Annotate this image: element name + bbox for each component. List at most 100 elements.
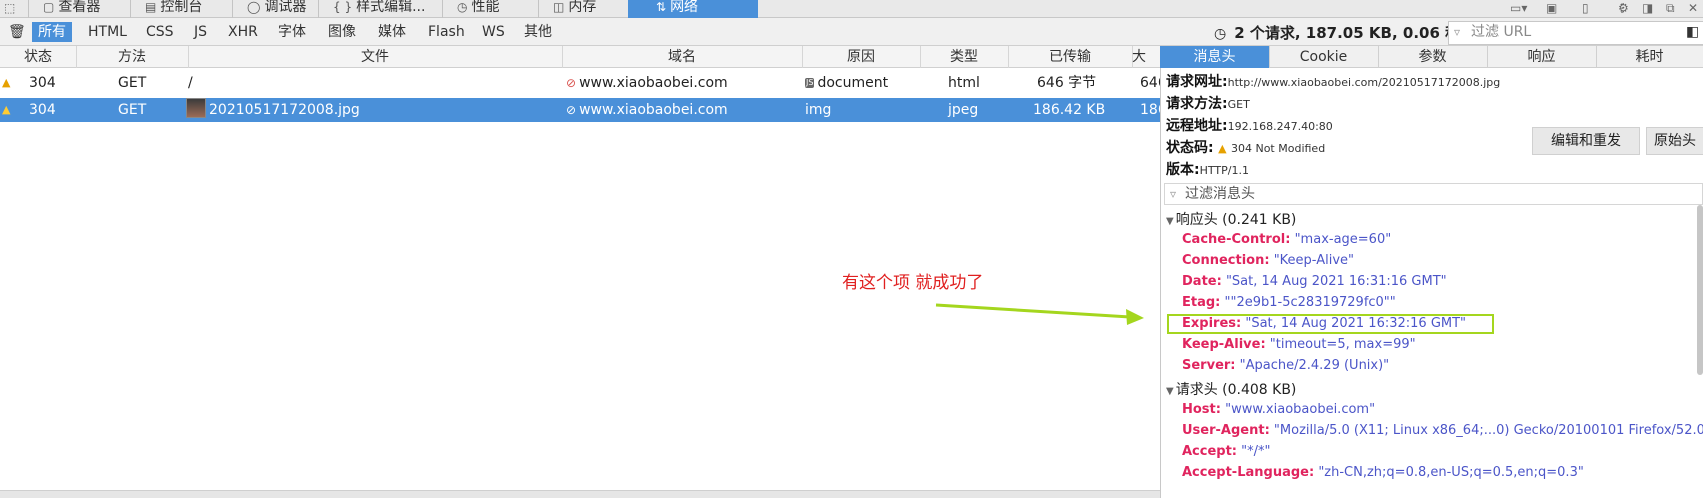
filter-html[interactable]: HTML (82, 22, 133, 42)
filter-js[interactable]: JS (188, 22, 213, 42)
filter-css[interactable]: CSS (140, 22, 180, 42)
tab-cookies[interactable]: Cookie (1269, 46, 1379, 68)
performance-analysis-icon[interactable]: ◷ (1214, 26, 1226, 42)
tab-performance[interactable]: ◷ 性能 (442, 0, 499, 18)
col-transferred[interactable]: 已传输 (1008, 46, 1133, 68)
header-row: Host: "www.xiaobaobei.com" (1182, 402, 1375, 417)
version-value: HTTP/1.1 (1199, 164, 1249, 177)
undock-icon[interactable]: ⧉ (1666, 1, 1675, 16)
remote-address-label: 远程地址: (1166, 118, 1228, 134)
filter-flash[interactable]: Flash (422, 22, 471, 42)
col-domain[interactable]: 域名 (562, 46, 803, 68)
cause-text: document (817, 75, 889, 91)
request-method-label: 请求方法: (1166, 96, 1228, 112)
col-type[interactable]: 类型 (920, 46, 1009, 68)
filter-fonts[interactable]: 字体 (272, 22, 312, 42)
header-value: "*/*" (1241, 444, 1271, 459)
chevron-down-icon: ▼ (1166, 216, 1174, 227)
response-headers-section[interactable]: ▼ 响应头 (0.241 KB) (1166, 209, 1296, 229)
filter-url-input[interactable]: ▿ 过滤 URL (1448, 21, 1703, 45)
col-size[interactable]: 大 (1132, 46, 1160, 68)
cell-type: html (948, 75, 980, 91)
status-code-value: 304 Not Modified (1230, 142, 1326, 155)
filter-ws[interactable]: WS (476, 22, 511, 42)
request-headers-section[interactable]: ▼ 请求头 (0.408 KB) (1166, 379, 1296, 399)
header-row: Keep-Alive: "timeout=5, max=99" (1182, 337, 1416, 352)
tab-timings[interactable]: 耗时 (1596, 46, 1703, 68)
request-url-label: 请求网址: (1166, 74, 1228, 90)
request-table-header: 状态 方法 文件 域名 原因 类型 已传输 大 (0, 46, 1160, 68)
insecure-connection-icon: ⊘ (566, 76, 577, 90)
memory-icon: ◫ (553, 0, 565, 14)
tab-console[interactable]: ▤ 控制台 (130, 0, 202, 18)
header-value: "Keep-Alive" (1273, 253, 1355, 268)
filter-media[interactable]: 媒体 (372, 22, 412, 42)
cell-domain: ⊘ www.xiaobaobei.com (566, 71, 728, 95)
pick-element-icon[interactable]: ⬚ (4, 1, 15, 15)
tab-inspector[interactable]: ▢ 查看器 (28, 0, 100, 18)
annotation-highlight-box (1167, 314, 1494, 334)
col-cause[interactable]: 原因 (802, 46, 921, 68)
cell-transferred: 646 字节 (1037, 75, 1097, 91)
request-method-value: GET (1227, 98, 1250, 111)
console-icon: ▤ (145, 0, 157, 14)
clear-requests-icon[interactable]: 🗑 (2, 22, 32, 42)
annotation-text: 有这个项 就成功了 (842, 273, 984, 293)
raw-headers-button[interactable]: 原始头 (1646, 127, 1703, 155)
settings-icon[interactable]: ⚙ (1618, 1, 1629, 15)
tab-headers[interactable]: 消息头 (1160, 46, 1270, 68)
header-key: Connection: (1182, 253, 1270, 268)
header-key: Server: (1182, 358, 1236, 373)
header-key: Accept: (1182, 444, 1238, 459)
version-row: 版本:HTTP/1.1 (1166, 159, 1249, 179)
close-icon[interactable]: ✕ (1688, 1, 1698, 15)
warning-icon: ▲ (2, 76, 11, 89)
toggle-side-panel-icon[interactable]: ◧ (1680, 22, 1703, 42)
table-row-selected[interactable]: ▲ 304 GET 20210517172008.jpg ⊘ www.xiaoba… (0, 98, 1167, 122)
header-value: "Sat, 14 Aug 2021 16:31:16 GMT" (1225, 274, 1447, 289)
header-key: Cache-Control: (1182, 232, 1291, 247)
tab-debugger[interactable]: ◯ 调试器 (232, 0, 306, 18)
filter-all[interactable]: 所有 (32, 22, 72, 42)
request-summary: ◷ 2 个请求, 187.05 KB, 0.06 秒 (1214, 22, 1460, 43)
summary-text: 2 个请求, 187.05 KB, 0.06 秒 (1234, 24, 1461, 42)
tab-style-editor[interactable]: { } 样式编辑... (318, 0, 425, 18)
filter-headers-input[interactable]: ▿ 过滤消息头 (1164, 183, 1703, 205)
filter-images[interactable]: 图像 (322, 22, 362, 42)
header-key: Keep-Alive: (1182, 337, 1266, 352)
header-row: Etag: ""2e9b1-5c28319729fc0"" (1182, 295, 1396, 310)
style-editor-icon: { } (333, 0, 353, 14)
header-key: User-Agent: (1182, 423, 1270, 438)
tab-network[interactable]: ⇅ 网络 (628, 0, 758, 18)
tab-params[interactable]: 参数 (1378, 46, 1488, 68)
header-value: "Apache/2.4.29 (Unix)" (1239, 358, 1390, 373)
edit-and-resend-button[interactable]: 编辑和重发 (1532, 127, 1640, 155)
horizontal-scrollbar[interactable] (0, 490, 1160, 498)
tab-response[interactable]: 响应 (1487, 46, 1597, 68)
col-file[interactable]: 文件 (188, 46, 563, 68)
filter-xhr[interactable]: XHR (222, 22, 264, 42)
version-label: 版本: (1166, 162, 1200, 178)
header-row: User-Agent: "Mozilla/5.0 (X11; Linux x86… (1182, 423, 1703, 438)
cell-method: GET (118, 75, 147, 91)
request-url-row: 请求网址:http://www.xiaobaobei.com/202105171… (1166, 71, 1500, 91)
request-url-value: http://www.xiaobaobei.com/20210517172008… (1227, 76, 1501, 89)
section-title: 响应头 (0.241 KB) (1175, 212, 1297, 228)
cell-cause: JS document (805, 71, 888, 95)
cell-status: 304 (29, 75, 56, 91)
tab-label: 内存 (568, 0, 597, 15)
col-method[interactable]: 方法 (76, 46, 189, 68)
dock-side-icon[interactable]: ◨ (1642, 1, 1653, 15)
table-row[interactable]: ▲ 304 GET / ⊘ www.xiaobaobei.com JS docume… (0, 71, 1167, 95)
filter-icon: ▿ (1170, 187, 1177, 201)
headers-scrollbar[interactable] (1697, 205, 1703, 375)
file-text: 20210517172008.jpg (209, 102, 360, 118)
filter-other[interactable]: 其他 (518, 22, 558, 42)
tab-memory[interactable]: ◫ 内存 (538, 0, 596, 18)
col-status[interactable]: 状态 (0, 46, 77, 68)
section-title: 请求头 (0.408 KB) (1175, 382, 1297, 398)
split-console-icon[interactable]: ▣ (1546, 1, 1557, 15)
responsive-mode-icon[interactable]: ▯ (1582, 1, 1589, 15)
overflow-menu-icon[interactable]: ▭▾ (1510, 1, 1527, 15)
tab-label: 性能 (471, 0, 500, 15)
